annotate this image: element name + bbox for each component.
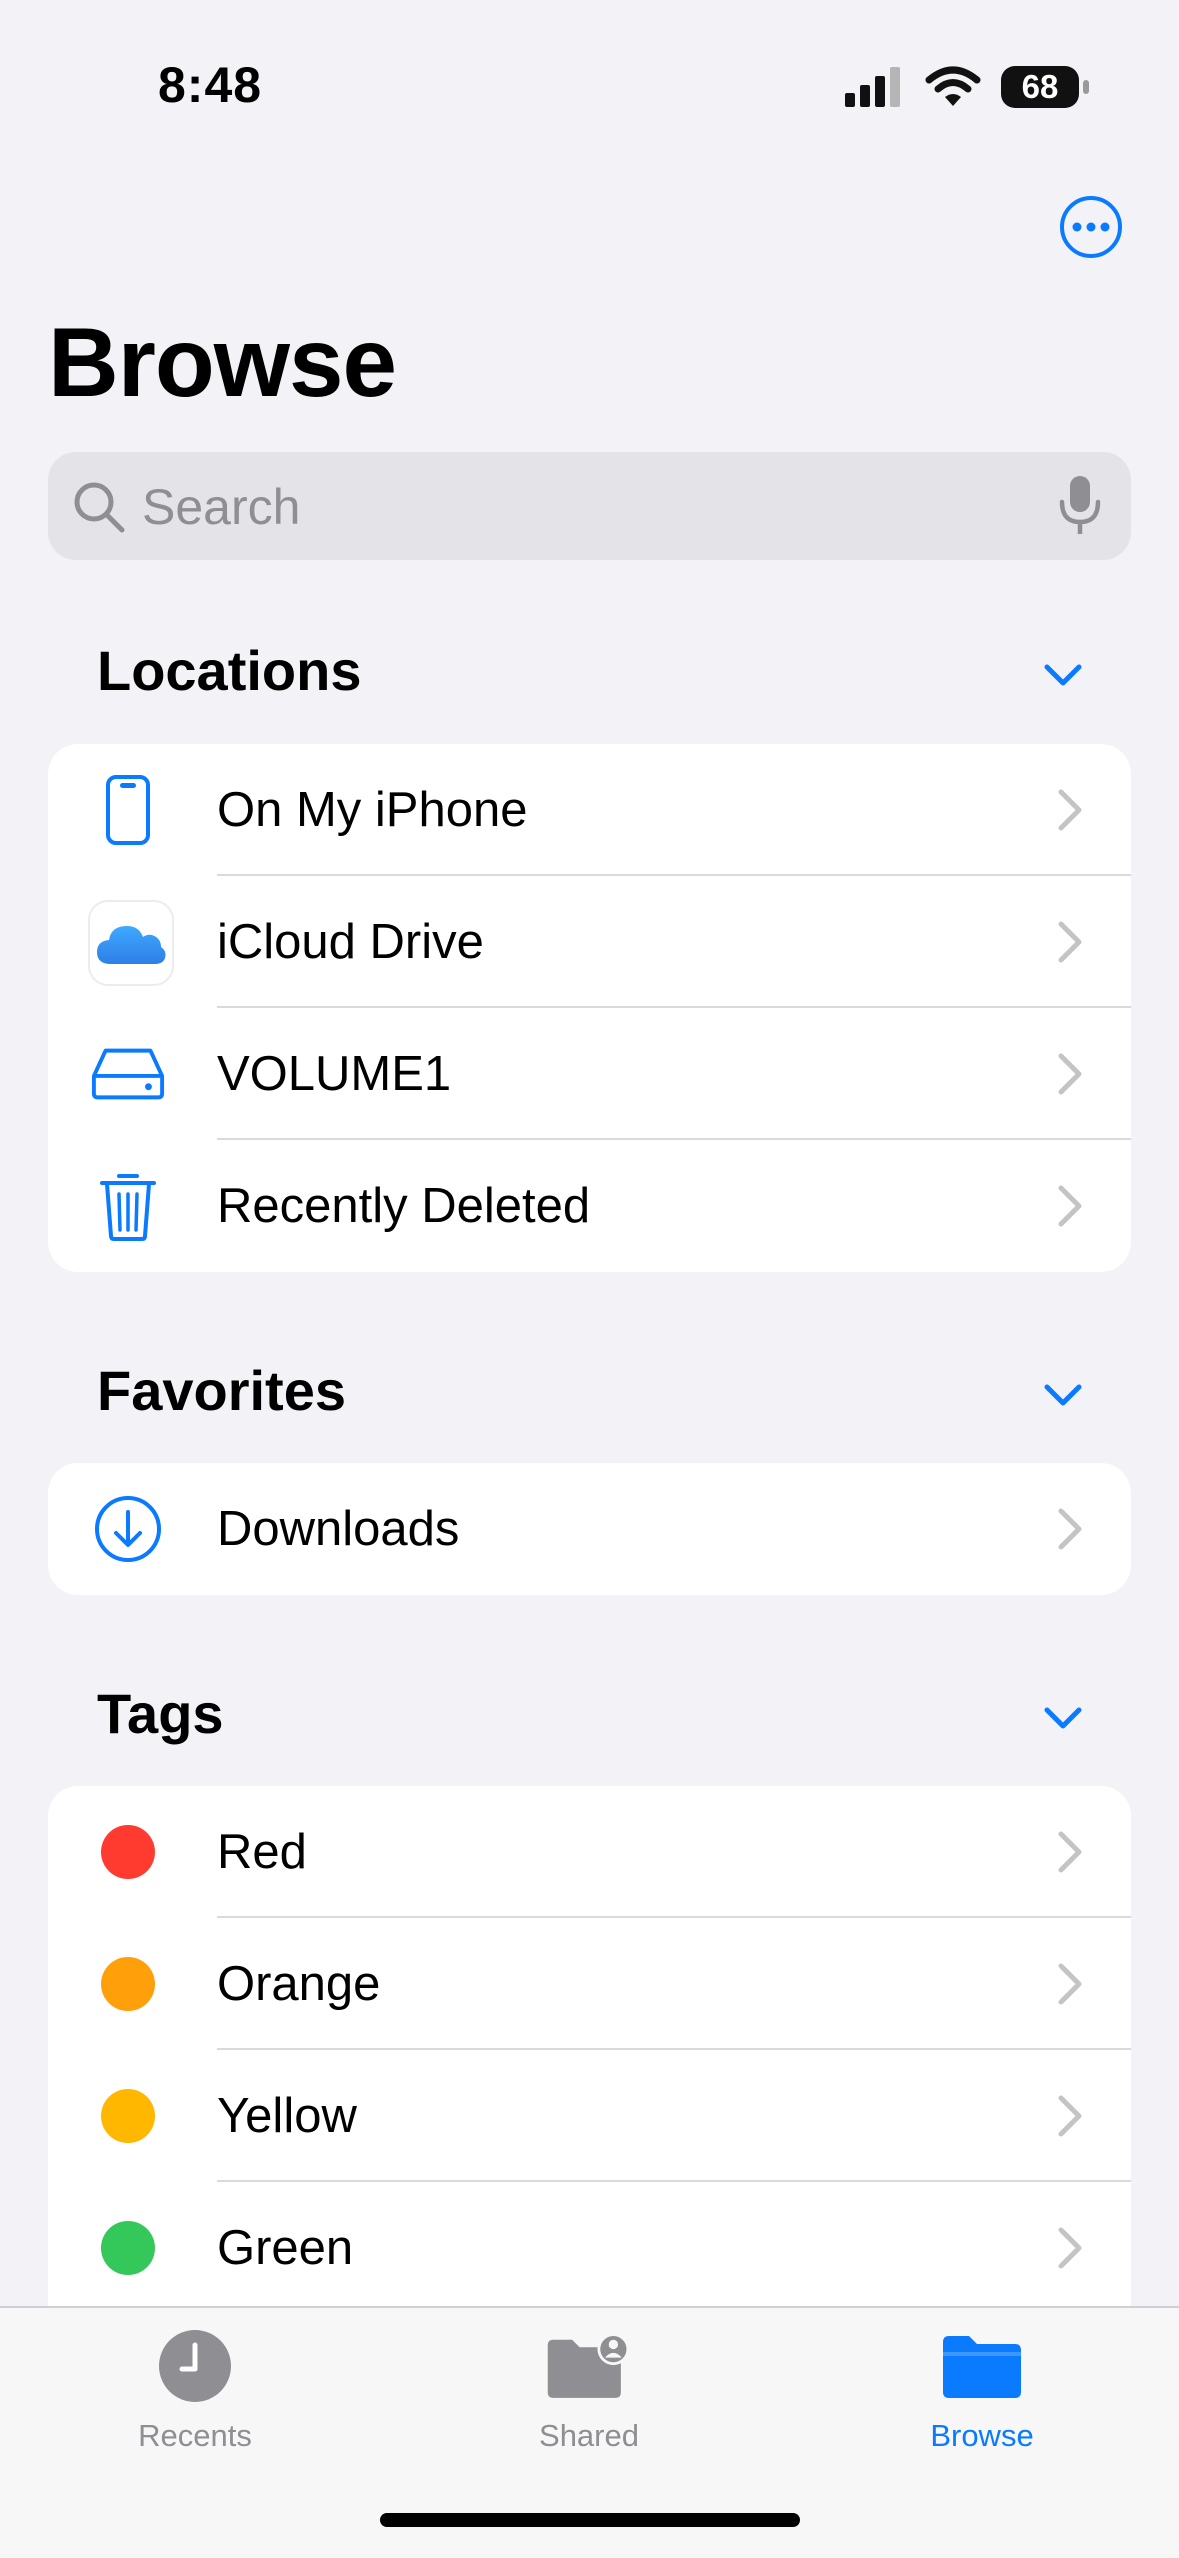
chevron-right-icon [1058, 921, 1082, 963]
iphone-icon [90, 772, 166, 848]
favorites-section-title: Favorites [97, 1359, 346, 1422]
tag-color-dot [90, 2210, 166, 2286]
more-options-button[interactable] [1060, 196, 1122, 258]
drive-icon [90, 1036, 166, 1112]
ellipsis-circle-icon [1072, 222, 1110, 232]
home-indicator[interactable] [380, 2513, 800, 2527]
tab-label: Shared [539, 2418, 639, 2453]
chevron-right-icon [1058, 2227, 1082, 2269]
tab-label: Browse [930, 2418, 1034, 2453]
cellular-signal-icon [845, 67, 900, 107]
location-row-volume1[interactable]: VOLUME1 [48, 1008, 1131, 1140]
tags-collapse-chevron-icon[interactable] [1042, 1697, 1084, 1739]
chevron-right-icon [1058, 1831, 1082, 1873]
status-time: 8:48 [158, 57, 263, 113]
folder-icon [937, 2326, 1027, 2406]
icloud-icon [88, 900, 174, 986]
tag-label: Red [217, 1825, 307, 1879]
tags-section-title: Tags [97, 1682, 224, 1745]
location-row-icloud-drive[interactable]: iCloud Drive [48, 876, 1131, 1008]
location-label: On My iPhone [217, 783, 528, 837]
chevron-right-icon [1058, 789, 1082, 831]
tags-list: Red Orange Yellow Green [48, 1786, 1131, 2306]
favorites-collapse-chevron-icon[interactable] [1042, 1374, 1084, 1416]
status-icons: 68 [845, 62, 1089, 112]
tag-color-dot [90, 2078, 166, 2154]
tag-color-dot [90, 1814, 166, 1890]
battery-level: 68 [1021, 68, 1059, 105]
search-input[interactable] [140, 472, 1044, 542]
tag-label: Green [217, 2221, 354, 2275]
tab-shared[interactable]: Shared [479, 2326, 699, 2476]
favorite-row-downloads[interactable]: Downloads [48, 1463, 1131, 1595]
clock-icon [150, 2326, 240, 2406]
tag-label: Yellow [217, 2089, 357, 2143]
shared-folder-icon [544, 2326, 634, 2406]
tab-browse[interactable]: Browse [872, 2326, 1092, 2476]
search-icon [74, 482, 125, 533]
favorites-list: Downloads [48, 1463, 1131, 1595]
wifi-icon [925, 66, 981, 106]
location-row-on-my-iphone[interactable]: On My iPhone [48, 744, 1131, 876]
microphone-icon[interactable] [1058, 474, 1102, 538]
chevron-right-icon [1058, 1053, 1082, 1095]
page-title: Browse [48, 307, 397, 417]
tag-row-green[interactable]: Green [48, 2182, 1131, 2306]
chevron-right-icon [1058, 2095, 1082, 2137]
location-label: VOLUME1 [217, 1047, 452, 1101]
chevron-right-icon [1058, 1963, 1082, 2005]
locations-collapse-chevron-icon[interactable] [1042, 654, 1084, 696]
tag-row-yellow[interactable]: Yellow [48, 2050, 1131, 2182]
locations-list: On My iPhone iCloud Drive VOLUME1 Recent… [48, 744, 1131, 1272]
download-circle-icon [90, 1491, 166, 1567]
tag-row-orange[interactable]: Orange [48, 1918, 1131, 2050]
chevron-right-icon [1058, 1185, 1082, 1227]
favorite-label: Downloads [217, 1502, 460, 1556]
chevron-right-icon [1058, 1508, 1082, 1550]
location-row-recently-deleted[interactable]: Recently Deleted [48, 1140, 1131, 1272]
locations-section-title: Locations [97, 639, 362, 702]
battery-indicator: 68 [1001, 66, 1089, 108]
tag-color-dot [90, 1946, 166, 2022]
location-label: iCloud Drive [217, 915, 484, 969]
tag-label: Orange [217, 1957, 381, 2011]
trash-icon [90, 1168, 166, 1244]
tab-label: Recents [138, 2418, 252, 2453]
search-bar[interactable] [48, 452, 1131, 560]
tab-recents[interactable]: Recents [85, 2326, 305, 2476]
tag-row-red[interactable]: Red [48, 1786, 1131, 1918]
location-label: Recently Deleted [217, 1179, 591, 1233]
